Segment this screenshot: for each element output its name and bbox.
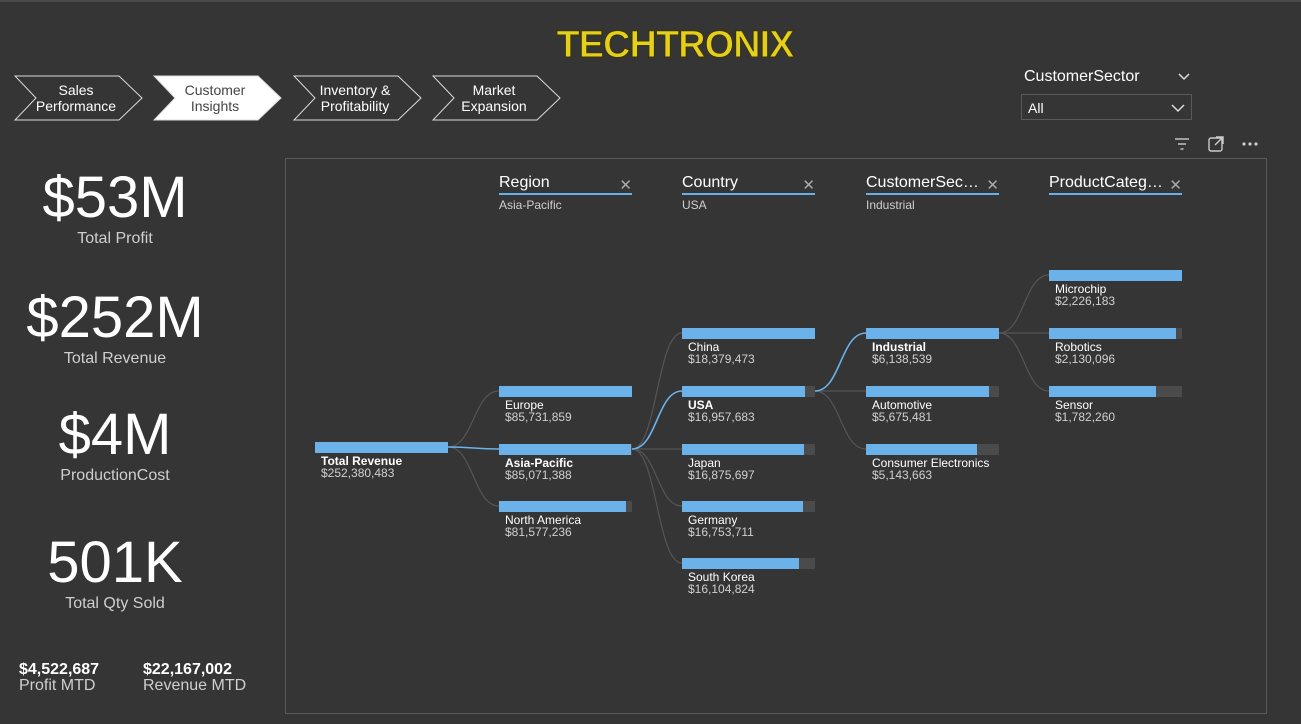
node-amount: $6,138,539: [872, 352, 933, 366]
bar-fill: [499, 386, 632, 397]
connector: [631, 332, 683, 450]
node-amount: $5,143,663: [872, 468, 933, 482]
connector: [814, 390, 867, 450]
node-amount: $18,379,473: [688, 352, 755, 366]
connector-active: [631, 390, 683, 450]
bar-fill: [315, 442, 448, 453]
node-amount: $16,957,683: [688, 410, 755, 424]
node-amount: $85,071,388: [505, 468, 572, 482]
connector: [447, 390, 500, 448]
bar-fill: [682, 328, 815, 339]
bar-fill: [682, 558, 799, 569]
bar-fill: [866, 444, 977, 455]
connector: [998, 274, 1050, 334]
bar-fill: [1049, 328, 1176, 339]
node-amount: $2,130,096: [1055, 352, 1116, 366]
node-amount: $81,577,236: [505, 525, 572, 539]
connector: [631, 448, 683, 507]
bar-fill: [1049, 386, 1156, 397]
node-amount: $85,731,859: [505, 410, 572, 424]
connector: [998, 332, 1050, 392]
node-amount: $16,104,824: [688, 582, 755, 596]
bar-fill: [499, 444, 631, 455]
node-amount: $1,782,260: [1055, 410, 1116, 424]
connector: [447, 446, 500, 507]
bar-fill: [682, 444, 804, 455]
bar-fill: [682, 386, 805, 397]
connector-active: [814, 332, 867, 392]
bar-fill: [1049, 270, 1182, 281]
node-amount: $252,380,483: [321, 466, 395, 480]
bar-fill: [866, 386, 989, 397]
node-amount: $2,226,183: [1055, 294, 1116, 308]
node-amount: $16,875,697: [688, 468, 755, 482]
node-amount: $5,675,481: [872, 410, 933, 424]
bar-fill: [682, 501, 803, 512]
bar-fill: [499, 501, 626, 512]
bar-fill: [866, 328, 999, 339]
node-amount: $16,753,711: [688, 525, 754, 539]
connector: [631, 448, 683, 564]
